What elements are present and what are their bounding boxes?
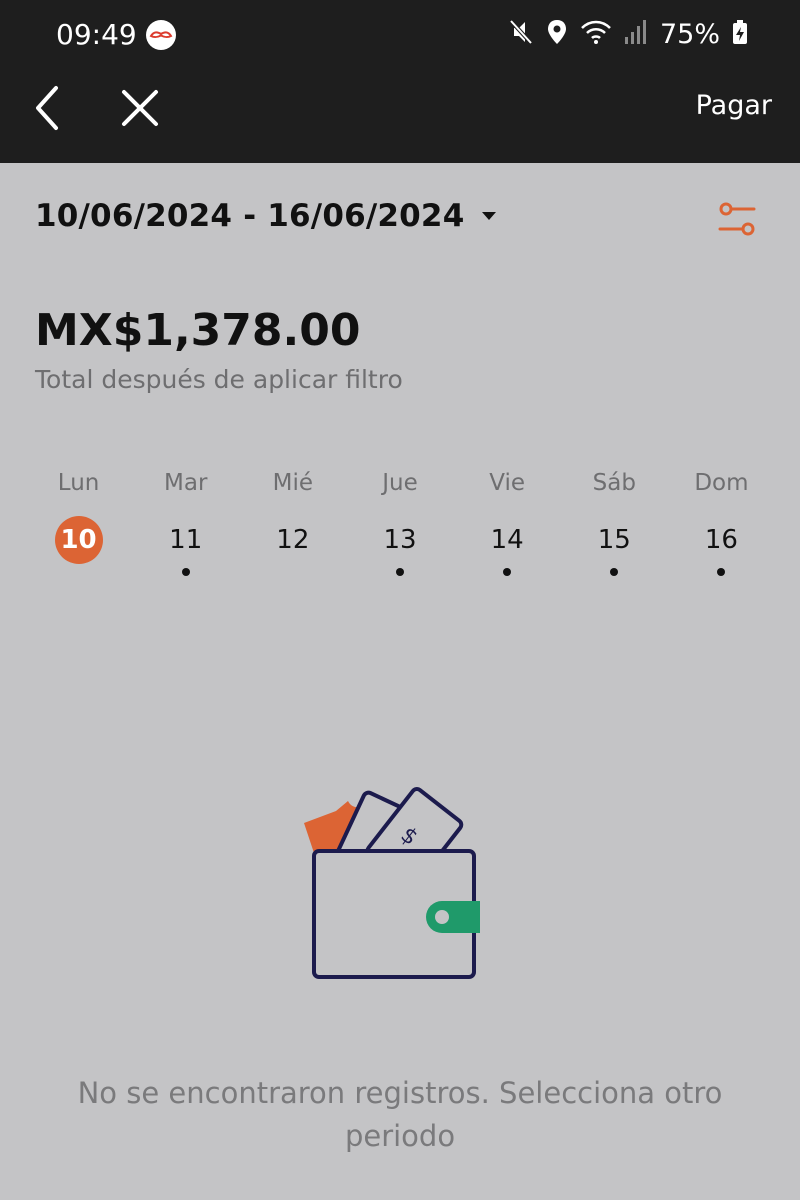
record-indicator [717, 568, 726, 576]
status-icons: 75% [508, 16, 748, 52]
date-range-label: 10/06/2024 - 16/06/2024 [35, 198, 465, 234]
back-button[interactable] [30, 84, 70, 132]
total-caption: Total después de aplicar filtro [35, 365, 403, 394]
day-number: 12 [276, 525, 310, 555]
day-number-wrap: 13 [376, 516, 424, 564]
date-range-selector[interactable]: 10/06/2024 - 16/06/2024 [35, 198, 498, 234]
day-number-wrap: 15 [590, 516, 638, 564]
day-name: Vie [489, 470, 526, 496]
day-number: 14 [490, 525, 524, 555]
day-number-wrap: 11 [162, 516, 210, 564]
day-number-wrap: 16 [697, 516, 745, 564]
status-time: 09:49 [56, 18, 137, 51]
mute-icon [508, 18, 534, 50]
day-name: Dom [694, 470, 749, 496]
record-indicator [503, 568, 512, 576]
filter-sliders-icon [718, 202, 756, 236]
day-sunday[interactable]: Dom 16 [668, 466, 775, 576]
day-number-wrap: 14 [483, 516, 531, 564]
day-number: 11 [169, 525, 203, 555]
day-saturday[interactable]: Sáb 15 [561, 466, 668, 576]
week-calendar: Lun 10 Mar 11 Mié 12 Jue 13 Vie 14 Sáb 1… [25, 466, 775, 576]
filter-button[interactable] [716, 200, 760, 240]
chevron-left-icon [36, 86, 58, 130]
empty-state-message: No se encontraron registros. Selecciona … [77, 1076, 723, 1153]
record-indicator [181, 568, 190, 576]
day-number-wrap: 12 [269, 516, 317, 564]
day-number: 10 [60, 525, 97, 555]
pay-button[interactable]: Pagar [696, 90, 772, 121]
day-number: 13 [383, 525, 417, 555]
battery-charging-icon [732, 19, 748, 49]
day-name: Mar [164, 470, 208, 496]
record-indicator [610, 568, 619, 576]
record-indicator [395, 568, 404, 576]
day-number: 15 [597, 525, 631, 555]
location-icon [546, 18, 568, 50]
day-name: Jue [382, 470, 418, 496]
wifi-icon [580, 18, 612, 50]
close-icon [122, 90, 158, 126]
battery-percentage: 75% [659, 18, 720, 50]
day-friday[interactable]: Vie 14 [454, 466, 561, 576]
day-tuesday[interactable]: Mar 11 [132, 466, 239, 576]
close-button[interactable] [116, 84, 164, 132]
day-wednesday[interactable]: Mié 12 [239, 466, 346, 576]
wallet-icon: $ [296, 785, 496, 985]
day-number: 16 [704, 525, 738, 555]
mustache-app-icon [146, 20, 176, 50]
day-name: Lun [57, 470, 100, 496]
day-name: Mié [272, 470, 314, 496]
day-monday[interactable]: Lun 10 [25, 466, 132, 576]
day-name: Sáb [592, 470, 636, 496]
signal-icon [624, 19, 648, 49]
caret-down-icon [482, 212, 497, 220]
total-amount: MX$1,378.00 [35, 305, 361, 356]
app-header: 09:49 75% Pagar [0, 0, 800, 163]
day-thursday[interactable]: Jue 13 [346, 466, 453, 576]
day-number-selected: 10 [54, 516, 103, 564]
